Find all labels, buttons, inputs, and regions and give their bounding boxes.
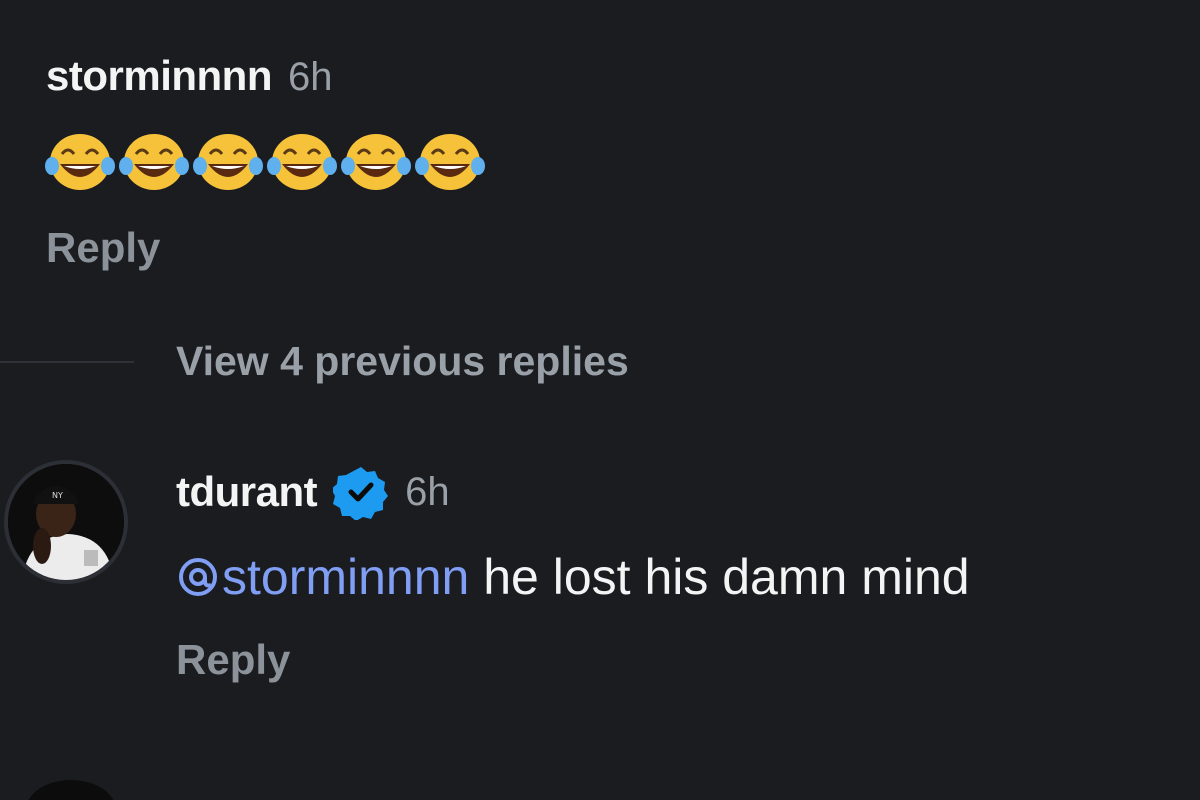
reply-button[interactable]: Reply [46,224,160,272]
comment-timestamp: 6h [287,55,333,99]
comment-emoji-text [44,128,486,194]
laughing-crying-emoji-icon [267,134,337,190]
reply-username[interactable]: tdurant [176,468,318,516]
next-comment-username[interactable] [176,784,536,800]
thread-divider [0,361,134,363]
laughing-crying-emoji-icon [415,134,485,190]
svg-text:NY: NY [52,491,63,500]
avatar[interactable]: NY [4,460,128,584]
laughing-crying-emoji-icon [341,134,411,190]
comments-thread: storminnnn 6h Reply View 4 previous repl… [0,0,1200,800]
reply-header: tdurant 6h [176,464,450,520]
mention-username[interactable]: storminnnn [222,549,469,605]
comment-header: storminnnn 6h [46,52,332,100]
laughing-crying-emoji-icon [119,134,189,190]
comment-username[interactable]: storminnnn [46,52,272,100]
threads-at-icon [179,558,217,596]
laughing-crying-emoji-icon [45,134,115,190]
reply-text: storminnnn he lost his damn mind [176,548,970,606]
view-previous-replies-button[interactable]: View 4 previous replies [176,338,629,385]
next-comment-header [176,784,536,800]
reply-button[interactable]: Reply [176,636,290,684]
profile-photo-icon: NY [8,464,124,580]
reply-body: he lost his damn mind [469,549,970,605]
verified-badge-icon [333,467,389,520]
avatar[interactable] [26,780,116,800]
reply-timestamp: 6h [405,469,450,514]
mention-link[interactable]: storminnnn [176,549,469,605]
laughing-crying-emoji-icon [193,134,263,190]
